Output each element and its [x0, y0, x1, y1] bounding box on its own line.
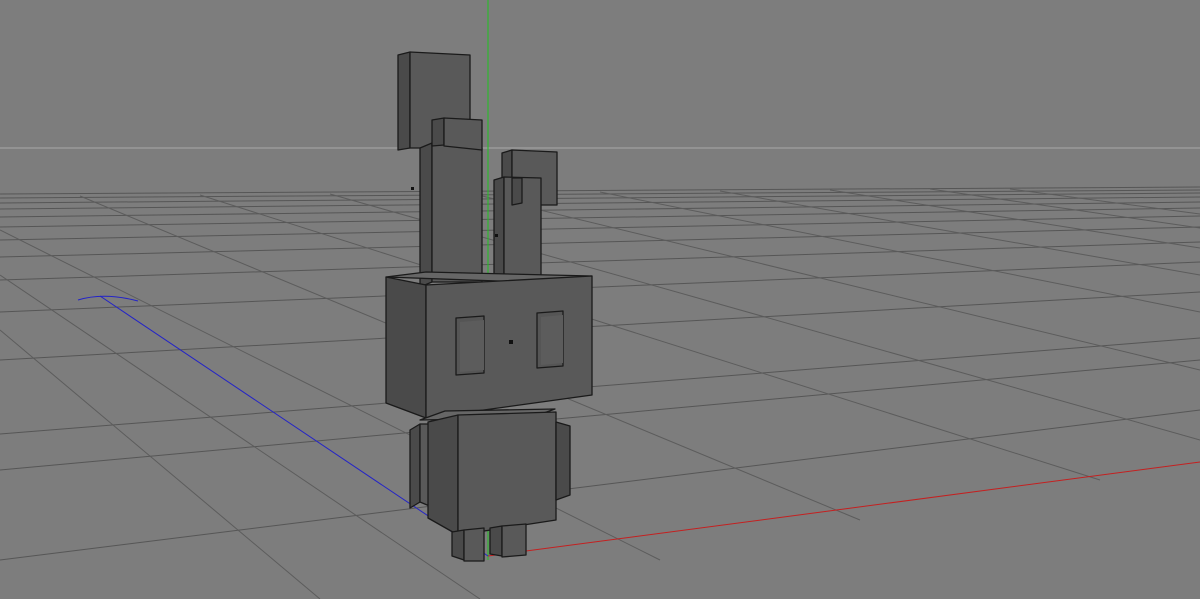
bunny-head [385, 271, 593, 419]
viewport-canvas[interactable] [0, 0, 1200, 599]
vertex-marker [411, 187, 414, 190]
pivot-point [509, 340, 513, 344]
viewport-background [0, 0, 1200, 599]
bunny-body [409, 408, 571, 536]
vertex-marker [495, 234, 498, 237]
3d-viewport[interactable] [0, 0, 1200, 599]
